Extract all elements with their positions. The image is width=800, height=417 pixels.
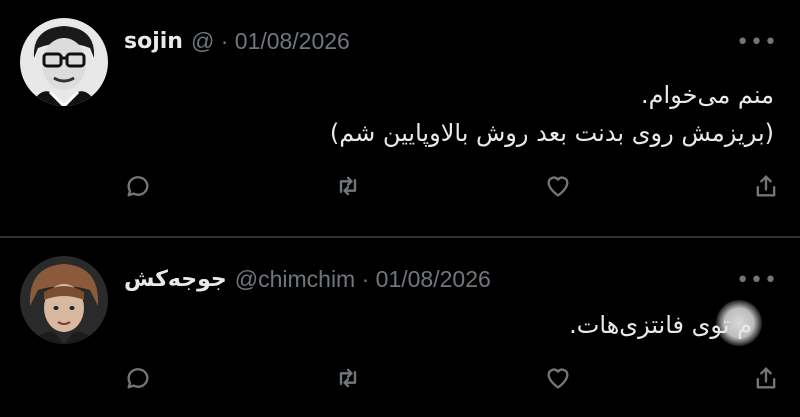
tweet-header: sojin @ · 01/08/2026 [124,28,350,55]
tweet-text-line: (بریزمش روی بدنت بعد روش بالاوپایین شم) [329,119,774,147]
tweet-text: م توی فانتزی‌هات. [569,306,752,344]
tweet-text: منم می‌خوام. (بریزمش روی بدنت بعد روش با… [330,76,774,152]
avatar-image [20,256,108,344]
avatar-image [20,18,108,106]
action-bar [0,166,800,206]
author-name[interactable]: جوجه‌کش [124,267,227,292]
reply-icon[interactable] [118,358,158,398]
share-icon[interactable] [746,166,786,206]
like-icon[interactable] [538,166,578,206]
tweet[interactable]: sojin @ · 01/08/2026 ••• منم می‌خوام. (ب… [0,0,800,236]
tweet-text-line: م توی فانتزی‌هات. [569,311,752,339]
handle-and-date: @ · 01/08/2026 [190,28,350,54]
tweet-header: جوجه‌کش @chimchim · 01/08/2026 [124,266,491,293]
action-bar [0,358,800,398]
reply-icon[interactable] [118,166,158,206]
retweet-icon[interactable] [328,358,368,398]
avatar[interactable] [20,18,108,106]
tweet-text-line: منم می‌خوام. [641,81,774,109]
share-icon[interactable] [746,358,786,398]
handle-and-date: @chimchim · 01/08/2026 [234,266,491,292]
like-icon[interactable] [538,358,578,398]
author-name[interactable]: sojin [124,29,183,54]
tweet[interactable]: جوجه‌کش @chimchim · 01/08/2026 ••• م توی… [0,238,800,417]
avatar[interactable] [20,256,108,344]
more-options-icon[interactable]: ••• [736,30,778,55]
retweet-icon[interactable] [328,166,368,206]
more-options-icon[interactable]: ••• [736,268,778,293]
